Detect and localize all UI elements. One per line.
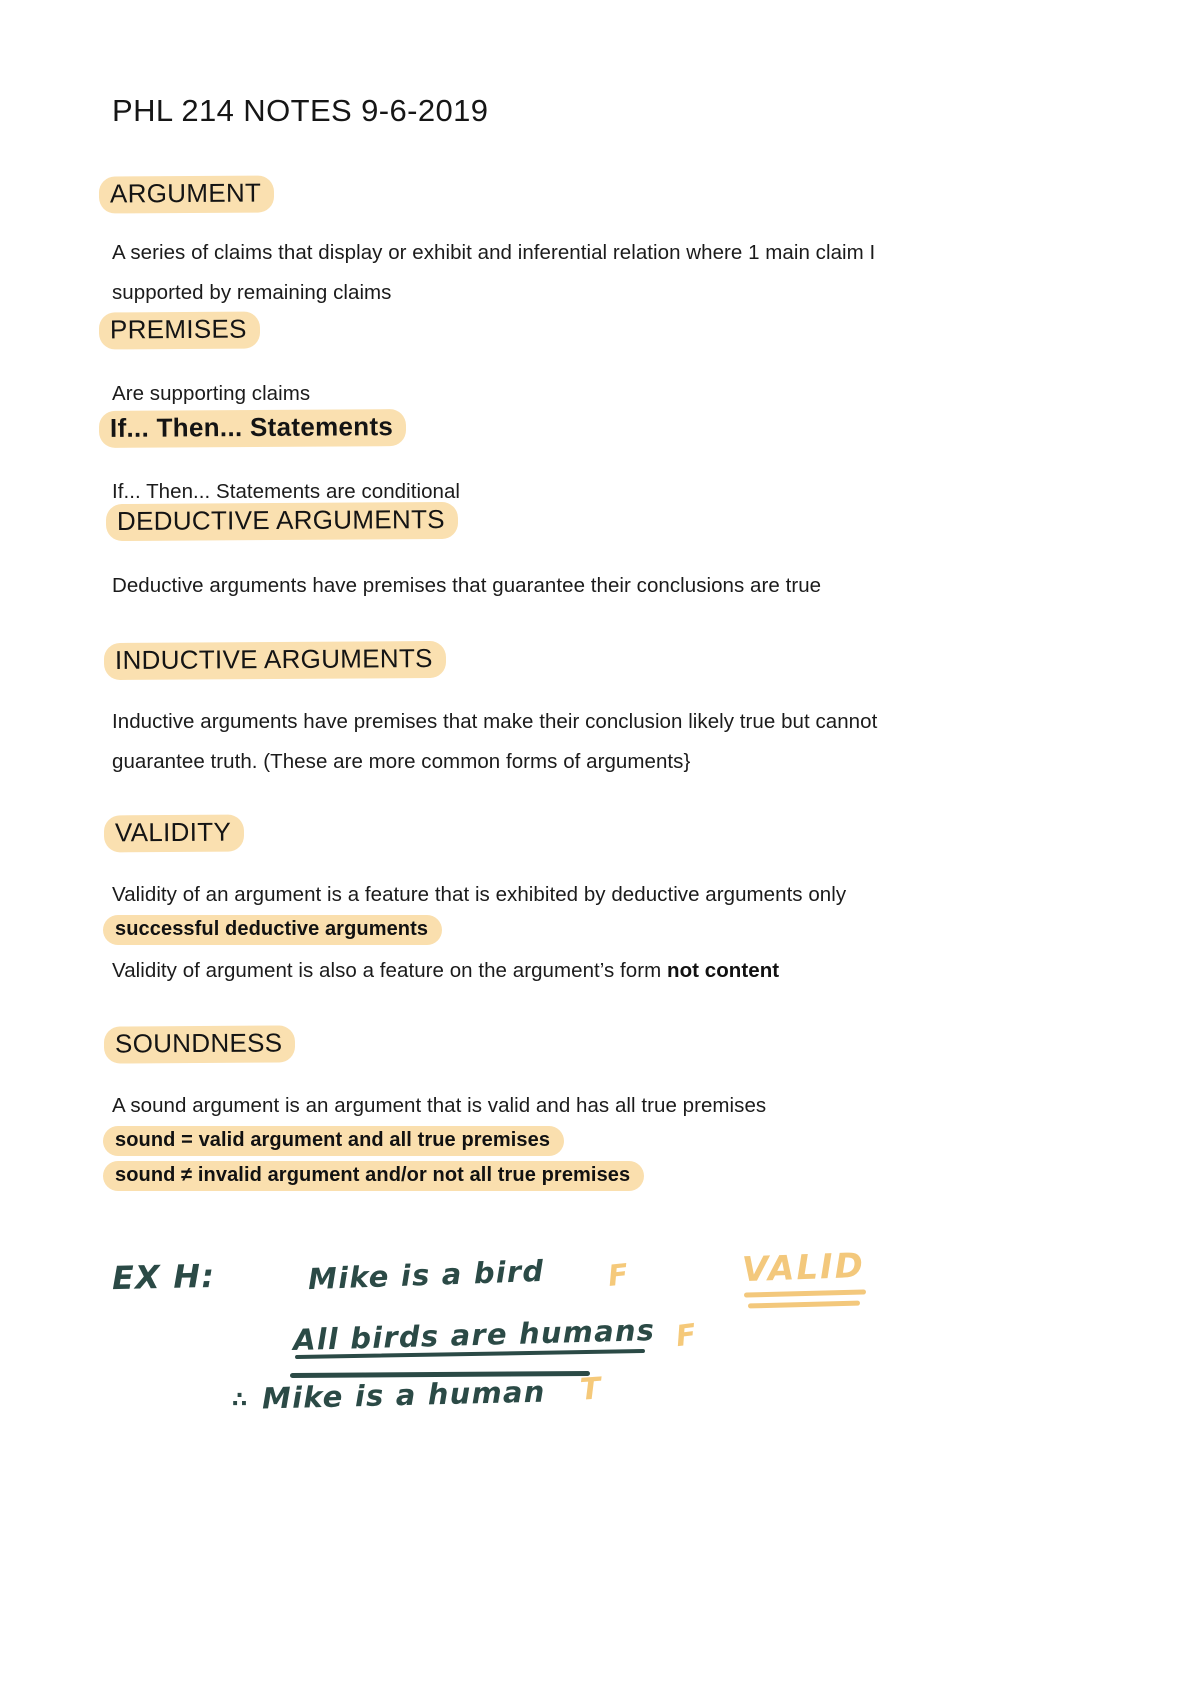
body-validity-form: Validity of argument is also a feature o…	[112, 951, 779, 991]
body-inductive-arguments: Inductive arguments have premises that m…	[112, 710, 878, 773]
handwriting-verdict-valid: VALID	[741, 1245, 866, 1291]
body-validity: Validity of an argument is a feature tha…	[112, 883, 847, 906]
body-soundness: A sound argument is an argument that is …	[112, 1094, 767, 1117]
heading-soundness: SOUNDNESS	[103, 1025, 296, 1064]
handwriting-premise-1: Mike is a bird	[307, 1253, 545, 1297]
note-page: PHL 214 NOTES 9-6-2019 ARGUMENT A series…	[0, 0, 1200, 1698]
body-premises: Are supporting claims	[112, 382, 311, 405]
heading-argument: ARGUMENT	[98, 175, 275, 214]
therefore-symbol: ∴	[232, 1388, 248, 1413]
body-validity-form-prefix: Validity of argument is also a feature o…	[112, 959, 667, 982]
definition-sound-equals: sound = valid argument and all true prem…	[103, 1126, 565, 1156]
heading-validity: VALIDITY	[103, 814, 245, 853]
verdict-underline-1	[743, 1289, 867, 1298]
heading-inductive-arguments: INDUCTIVE ARGUMENTS	[103, 640, 446, 681]
verdict-underline-2	[747, 1300, 861, 1309]
handwriting-conclusion-truth-value: T	[578, 1371, 603, 1408]
handwriting-premise-2-truth-value: F	[674, 1316, 699, 1354]
handwriting-example-label: EX H:	[111, 1256, 216, 1298]
body-validity-form-emphasis: not content	[667, 959, 780, 982]
body-argument: A series of claims that display or exhib…	[112, 241, 876, 304]
heading-premises: PREMISES	[98, 311, 260, 350]
heading-deductive-arguments: DEDUCTIVE ARGUMENTS	[105, 501, 458, 542]
page-title: PHL 214 NOTES 9-6-2019	[112, 93, 489, 128]
definition-sound-not-equals: sound ≠ invalid argument and/or not all …	[103, 1161, 645, 1191]
definition-successful-deductive-arguments: successful deductive arguments	[103, 915, 443, 945]
heading-if-then-statements: If... Then... Statements	[98, 409, 407, 449]
handwriting-conclusion: Mike is a human	[261, 1374, 546, 1416]
body-deductive-arguments: Deductive arguments have premises that g…	[112, 574, 822, 597]
handwriting-premise-1-truth-value: F	[606, 1257, 631, 1293]
